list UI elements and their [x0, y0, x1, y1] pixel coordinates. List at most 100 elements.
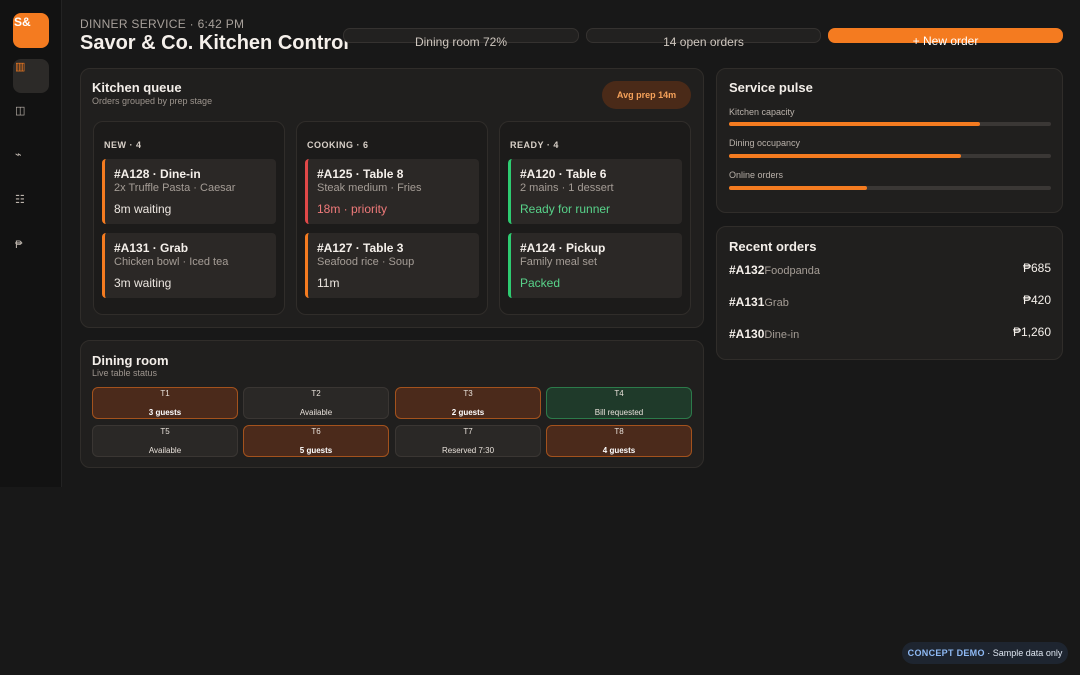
- order-card[interactable]: #A127 · Table 3 Seafood rice · Soup 11m: [305, 233, 479, 298]
- kitchen-queue-title: Kitchen queue: [92, 80, 182, 95]
- demo-label: CONCEPT DEMO: [907, 648, 985, 658]
- queue-column-new: NEW · 4 #A128 · Dine-in 2x Truffle Pasta…: [93, 121, 285, 315]
- recent-order-source: Foodpanda: [764, 265, 821, 277]
- nav-layout[interactable]: ◫: [13, 103, 49, 137]
- table-status: Available: [299, 408, 333, 417]
- table-status: 5 guests: [299, 446, 333, 455]
- layout-icon: ◫: [15, 105, 26, 117]
- order-card-items: 2x Truffle Pasta · Caesar: [114, 182, 236, 194]
- peso-icon: ₱: [15, 239, 23, 251]
- order-card-status: 18m · priority: [317, 202, 388, 216]
- list-icon: ☷: [15, 194, 25, 206]
- service-pulse-title: Service pulse: [729, 80, 813, 95]
- recent-order-row[interactable]: #A131Grab ₱420: [729, 293, 1051, 309]
- table-status: 4 guests: [602, 446, 636, 455]
- table-name: T1: [160, 389, 170, 398]
- order-card-title: #A125 · Table 8: [317, 167, 404, 181]
- online-orders-fill: [729, 186, 868, 190]
- recent-order-amount: ₱420: [1022, 293, 1051, 307]
- demo-note: · Sample data only: [984, 648, 1063, 658]
- dining-occupancy-bar: [729, 154, 1051, 158]
- avg-prep-badge: Avg prep 14m: [602, 81, 691, 109]
- concept-demo-badge: CONCEPT DEMO · Sample data only: [902, 642, 1068, 664]
- nav-payments[interactable]: ₱: [13, 237, 49, 271]
- kitchen-queue-subtitle: Orders grouped by prep stage: [92, 96, 213, 106]
- metric-label: Kitchen capacity: [729, 107, 795, 117]
- recent-order-row[interactable]: #A132Foodpanda ₱685: [729, 261, 1051, 277]
- open-orders-chip[interactable]: 14 open orders: [586, 28, 821, 49]
- recent-order-amount: ₱1,260: [1012, 325, 1051, 339]
- nav-kitchen[interactable]: ▥: [13, 59, 49, 93]
- sidebar: S& ▥ ◫ ⌁ ☷ ₱: [0, 0, 62, 487]
- table-tile-t6[interactable]: T6 5 guests: [243, 425, 389, 457]
- kitchen-icon: ▥: [15, 61, 26, 73]
- column-title: READY · 4: [510, 140, 559, 150]
- kitchen-capacity-bar: [729, 122, 1051, 126]
- metric-label: Online orders: [729, 170, 784, 180]
- order-card[interactable]: #A124 · Pickup Family meal set Packed: [508, 233, 682, 298]
- table-tile-t2[interactable]: T2 Available: [243, 387, 389, 419]
- kitchen-capacity-fill: [729, 122, 981, 126]
- table-tile-t8[interactable]: T8 4 guests: [546, 425, 692, 457]
- recent-order-source: Grab: [764, 297, 789, 309]
- order-card-title: #A131 · Grab: [114, 241, 189, 255]
- recent-order-id: #A130: [729, 327, 765, 341]
- table-name: T7: [463, 427, 473, 436]
- order-card-title: #A128 · Dine-in: [114, 167, 201, 181]
- brand-logo[interactable]: S&: [13, 13, 49, 48]
- order-card-status: 8m waiting: [114, 202, 172, 216]
- table-name: T8: [614, 427, 624, 436]
- recent-order-row[interactable]: #A130Dine-in ₱1,260: [729, 325, 1051, 341]
- order-card-items: Steak medium · Fries: [317, 182, 422, 194]
- order-card-title: #A120 · Table 6: [520, 167, 607, 181]
- order-card-status: 3m waiting: [114, 276, 172, 290]
- table-status: Reserved 7:30: [441, 446, 495, 455]
- table-tile-t7[interactable]: T7 Reserved 7:30: [395, 425, 541, 457]
- table-status: Bill requested: [594, 408, 644, 417]
- table-status: 2 guests: [451, 408, 485, 417]
- queue-column-ready: READY · 4 #A120 · Table 6 2 mains · 1 de…: [499, 121, 691, 315]
- order-card-items: Family meal set: [520, 256, 598, 268]
- new-order-button[interactable]: + New order: [828, 28, 1063, 48]
- queue-column-cooking: COOKING · 6 #A125 · Table 8 Steak medium…: [296, 121, 488, 315]
- column-title: NEW · 4: [104, 140, 142, 150]
- table-name: T2: [311, 389, 321, 398]
- table-name: T5: [160, 427, 170, 436]
- nav-activity[interactable]: ⌁: [13, 147, 49, 181]
- order-card-title: #A124 · Pickup: [520, 241, 606, 255]
- recent-order-amount: ₱685: [1022, 261, 1051, 275]
- table-tile-t3[interactable]: T3 2 guests: [395, 387, 541, 419]
- order-card-items: 2 mains · 1 dessert: [520, 182, 614, 194]
- order-card-items: Seafood rice · Soup: [317, 256, 415, 268]
- table-tile-t5[interactable]: T5 Available: [92, 425, 238, 457]
- table-status: Available: [148, 446, 182, 455]
- online-orders-bar: [729, 186, 1051, 190]
- column-title: COOKING · 6: [307, 140, 369, 150]
- table-tile-t1[interactable]: T1 3 guests: [92, 387, 238, 419]
- order-card[interactable]: #A125 · Table 8 Steak medium · Fries 18m…: [305, 159, 479, 224]
- order-card[interactable]: #A120 · Table 6 2 mains · 1 dessert Read…: [508, 159, 682, 224]
- order-card[interactable]: #A128 · Dine-in 2x Truffle Pasta · Caesa…: [102, 159, 276, 224]
- order-card-status: Packed: [520, 276, 561, 290]
- metric-label: Dining occupancy: [729, 138, 801, 148]
- table-status: 3 guests: [148, 408, 182, 417]
- table-name: T4: [614, 389, 624, 398]
- table-tile-t4[interactable]: T4 Bill requested: [546, 387, 692, 419]
- recent-order-source: Dine-in: [764, 329, 800, 341]
- nav-list[interactable]: ☷: [13, 192, 49, 226]
- dining-room-subtitle: Live table status: [92, 368, 158, 378]
- recent-order-id: #A131: [729, 295, 765, 309]
- order-card-title: #A127 · Table 3: [317, 241, 404, 255]
- order-card[interactable]: #A131 · Grab Chicken bowl · Iced tea 3m …: [102, 233, 276, 298]
- table-name: T3: [463, 389, 473, 398]
- dining-room-chip[interactable]: Dining room 72%: [343, 28, 579, 49]
- dining-room-title: Dining room: [92, 353, 169, 368]
- activity-icon: ⌁: [15, 149, 22, 161]
- page-title: Savor & Co. Kitchen Control: [80, 32, 349, 54]
- order-card-status: Ready for runner: [520, 202, 611, 216]
- service-status: DINNER SERVICE · 6:42 PM: [80, 17, 245, 31]
- recent-orders-title: Recent orders: [729, 239, 817, 254]
- dining-occupancy-fill: [729, 154, 961, 158]
- order-card-items: Chicken bowl · Iced tea: [114, 256, 229, 268]
- order-card-status: 11m: [317, 276, 340, 290]
